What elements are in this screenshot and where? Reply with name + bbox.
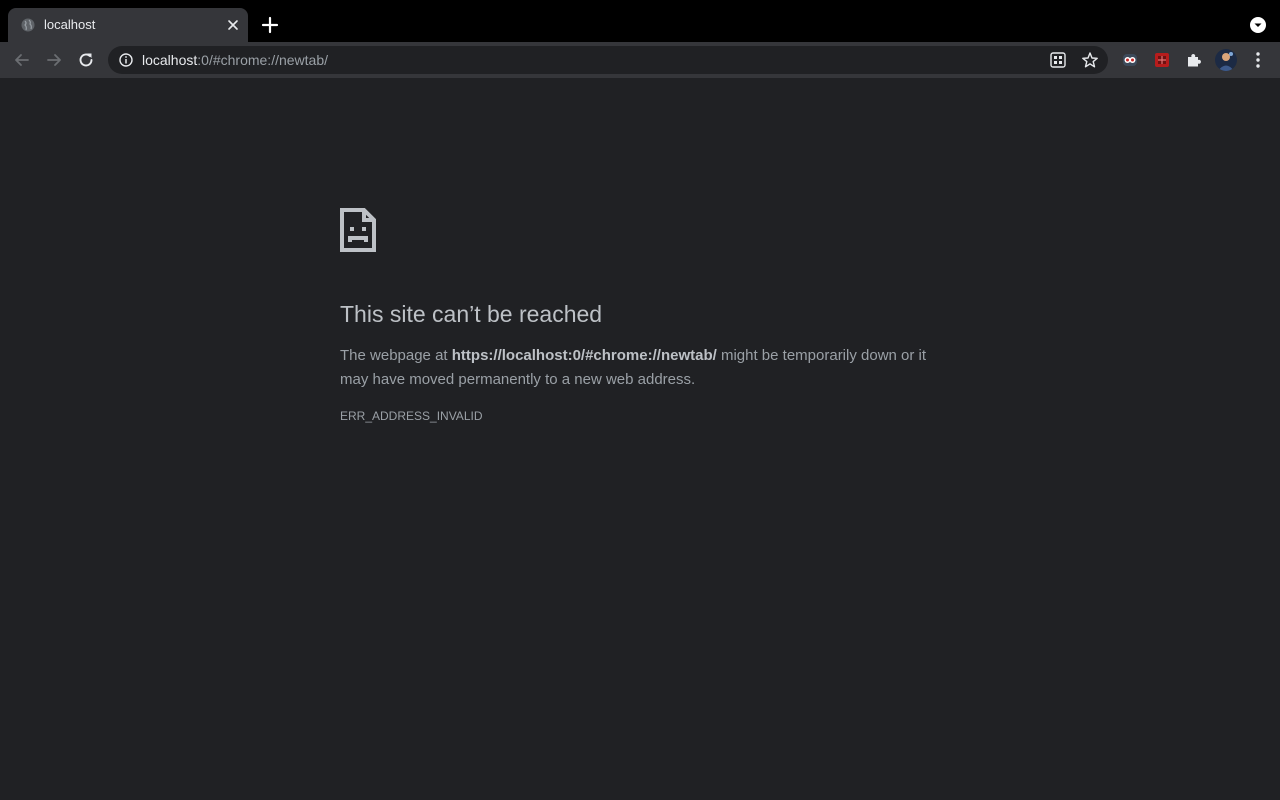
owl-extension-icon[interactable]	[1121, 51, 1139, 69]
url-text[interactable]: localhost:0/#chrome://newtab/	[142, 52, 328, 68]
sad-page-icon	[340, 208, 376, 252]
error-url: https://localhost:0/#chrome://newtab/	[451, 347, 717, 364]
profile-avatar-icon	[1215, 49, 1237, 71]
toolbar: localhost:0/#chrome://newtab/	[0, 42, 1280, 78]
new-tab-plus-icon[interactable]	[260, 15, 280, 35]
reload-icon[interactable]	[76, 50, 96, 70]
error-code: ERR_ADDRESS_INVALID	[340, 409, 483, 423]
tab-strip: localhost	[0, 0, 1280, 42]
forward-arrow-icon[interactable]	[44, 50, 64, 70]
address-bar[interactable]: localhost:0/#chrome://newtab/	[108, 46, 1108, 74]
tab-title: localhost	[44, 17, 96, 32]
error-description: The webpage at https://localhost:0/#chro…	[340, 344, 940, 392]
qr-code-icon[interactable]	[1049, 51, 1067, 69]
error-desc-prefix: The webpage at	[340, 347, 452, 364]
error-page: This site can’t be reached The webpage a…	[0, 78, 1280, 800]
puzzle-extensions-icon[interactable]	[1185, 51, 1203, 69]
bookmark-star-icon[interactable]	[1081, 51, 1099, 69]
close-icon[interactable]	[225, 17, 241, 33]
more-menu-icon[interactable]	[1250, 51, 1266, 69]
globe-icon	[21, 18, 35, 32]
avatar[interactable]	[1215, 49, 1237, 71]
tab-localhost[interactable]: localhost	[8, 8, 248, 42]
error-title: This site can’t be reached	[340, 301, 603, 327]
info-icon[interactable]	[119, 53, 133, 67]
url-host: localhost	[142, 52, 198, 68]
tab-search-icon[interactable]	[1249, 16, 1267, 34]
url-path: :0/#chrome://newtab/	[197, 52, 329, 68]
back-arrow-icon[interactable]	[12, 50, 32, 70]
red-extension-icon[interactable]	[1153, 51, 1171, 69]
